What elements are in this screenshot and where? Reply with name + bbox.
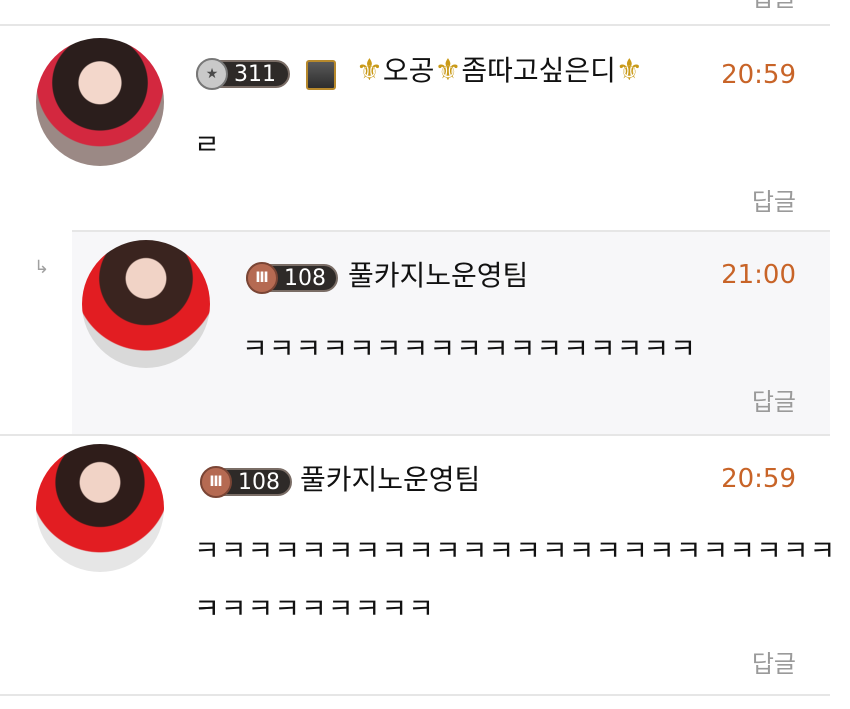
nickname[interactable]: 풀카지노운영팀	[348, 262, 528, 290]
rank-emblem-icon: Ⅲ	[200, 466, 232, 498]
fleur-de-lis-icon: ⚜	[434, 53, 462, 88]
divider	[0, 694, 830, 696]
gift-icon	[306, 60, 336, 90]
rank-emblem-icon: Ⅲ	[246, 262, 278, 294]
avatar[interactable]	[36, 38, 164, 166]
nickname-part: 오공	[382, 54, 435, 87]
level-badge: ★ 311	[196, 58, 290, 90]
fleur-de-lis-icon: ⚜	[615, 53, 643, 88]
level-badge: Ⅲ 108	[200, 466, 292, 498]
comment-time: 20:59	[721, 60, 796, 90]
comments-page: 답글 ★ 311 ⚜오공⚜좀따고싶은디⚜ 20:59 ㄹ 답글 ↳ Ⅲ 108 …	[0, 0, 850, 709]
nickname[interactable]: ⚜오공⚜좀따고싶은디⚜	[356, 56, 643, 86]
level-badge: Ⅲ 108	[246, 262, 338, 294]
avatar[interactable]	[82, 240, 210, 368]
reply-comment-content: ↳ Ⅲ 108 풀카지노운영팀 21:00 ㅋㅋㅋㅋㅋㅋㅋㅋㅋㅋㅋㅋㅋㅋㅋㅋㅋ …	[0, 232, 850, 434]
reply-button[interactable]: 답글	[752, 382, 796, 417]
rank-emblem-icon: ★	[196, 58, 228, 90]
nickname-part: 좀따고싶은디	[461, 54, 616, 87]
avatar[interactable]	[36, 444, 164, 572]
fleur-de-lis-icon: ⚜	[356, 53, 383, 88]
comment-text-line: ㅋㅋㅋㅋㅋㅋㅋㅋㅋ	[194, 592, 435, 625]
comment-text: ㅋㅋㅋㅋㅋㅋㅋㅋㅋㅋㅋㅋㅋㅋㅋㅋㅋ	[242, 332, 697, 365]
nickname[interactable]: 풀카지노운영팀	[300, 466, 480, 494]
reply-button[interactable]: 답글	[752, 644, 796, 679]
comment-time: 20:59	[721, 464, 796, 494]
comment-text: ㄹ	[194, 128, 221, 161]
reply-button[interactable]: 답글	[752, 0, 796, 13]
comment-item: Ⅲ 108 풀카지노운영팀 20:59 ㅋㅋㅋㅋㅋㅋㅋㅋㅋㅋㅋㅋㅋㅋㅋㅋㅋㅋㅋㅋ…	[0, 436, 850, 694]
comment-item: ★ 311 ⚜오공⚜좀따고싶은디⚜ 20:59 ㄹ 답글	[0, 26, 850, 232]
reply-button[interactable]: 답글	[752, 182, 796, 217]
reply-arrow-icon: ↳	[34, 257, 50, 278]
comment-time: 21:00	[721, 260, 796, 290]
